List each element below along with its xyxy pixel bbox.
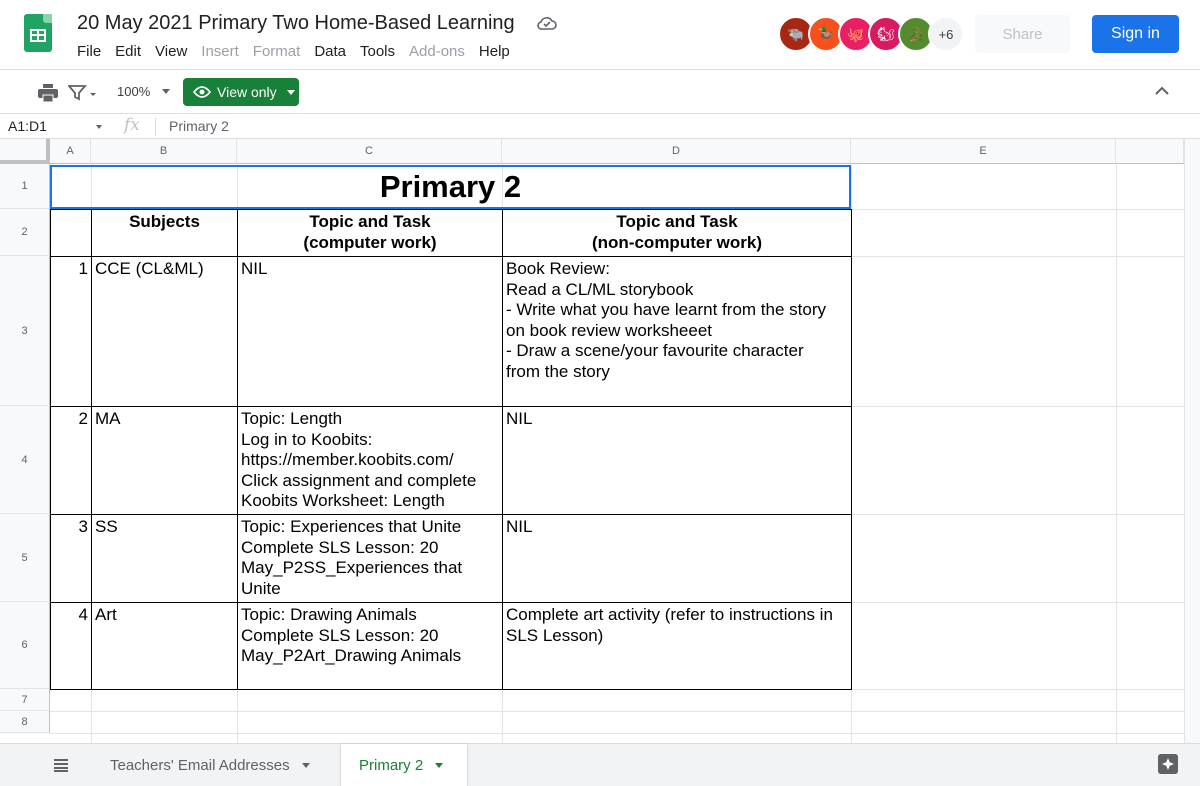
row-header-6[interactable]: 6 — [0, 602, 50, 689]
entry-number[interactable]: 1 — [50, 256, 92, 407]
filter-icon[interactable] — [68, 84, 100, 102]
chevron-down-icon — [286, 89, 295, 95]
entry-non-computer-task[interactable]: NIL — [502, 406, 852, 515]
share-button[interactable]: Share — [975, 15, 1070, 53]
menu-insert: Insert — [201, 43, 239, 60]
menu-format: Format — [252, 43, 301, 60]
grid-line — [1116, 164, 1117, 743]
sheet-tab-bar: Teachers' Email Addresses Primary 2 — [0, 743, 1200, 786]
vertical-scrollbar[interactable] — [1184, 139, 1200, 743]
entry-computer-task[interactable]: Topic: Experiences that Unite Complete S… — [237, 514, 503, 603]
menu-add-ons: Add-ons — [409, 43, 465, 60]
row-header-5[interactable]: 5 — [0, 514, 50, 602]
menu-edit[interactable]: Edit — [115, 43, 141, 60]
menu-help[interactable]: Help — [479, 43, 510, 60]
name-box[interactable]: A1:D1 — [8, 118, 47, 134]
document-title[interactable]: 20 May 2021 Primary Two Home-Based Learn… — [77, 12, 515, 35]
header-subjects[interactable]: Subjects — [91, 209, 238, 257]
header-cell-a[interactable] — [50, 209, 92, 257]
entry-computer-task[interactable]: Topic: Length Log in to Koobits: https:/… — [237, 406, 503, 515]
zoom-dropdown-icon[interactable] — [162, 89, 170, 94]
entry-computer-task[interactable]: Topic: Drawing Animals Complete SLS Less… — [237, 602, 503, 690]
fx-icon: fx — [124, 115, 140, 135]
select-all-corner[interactable] — [0, 139, 50, 164]
row-header-8[interactable]: 8 — [0, 711, 50, 733]
all-sheets-menu-icon[interactable] — [54, 758, 68, 772]
google-sheets-logo-icon[interactable] — [24, 14, 52, 52]
entry-number[interactable]: 2 — [50, 406, 92, 515]
zoom-select[interactable]: 100% — [117, 84, 150, 99]
entry-number[interactable]: 3 — [50, 514, 92, 603]
chevron-down-icon[interactable] — [435, 762, 444, 768]
sheet-title-cell[interactable]: Primary 2 — [50, 165, 851, 209]
explore-icon[interactable] — [1158, 754, 1178, 774]
row-header-7[interactable]: 7 — [0, 689, 50, 711]
row-header-2[interactable]: 2 — [0, 209, 50, 256]
chevron-down-icon[interactable] — [301, 762, 310, 768]
more-collaborators-badge[interactable]: +6 — [928, 16, 964, 52]
column-header-b[interactable]: B — [91, 139, 237, 164]
tab-teachers-email-addresses[interactable]: Teachers' Email Addresses — [92, 744, 328, 786]
tab-primary-2[interactable]: Primary 2 — [341, 744, 467, 786]
print-icon[interactable] — [38, 84, 58, 102]
entry-non-computer-task[interactable]: NIL — [502, 514, 852, 603]
entry-subject[interactable]: MA — [91, 406, 238, 515]
name-box-dropdown-icon[interactable] — [96, 125, 102, 129]
tab-label: Primary 2 — [359, 756, 424, 774]
grid-line — [50, 733, 1184, 734]
menu-file[interactable]: File — [77, 43, 101, 60]
entry-non-computer-task[interactable]: Complete art activity (refer to instruct… — [502, 602, 852, 690]
entry-subject[interactable]: Art — [91, 602, 238, 690]
menu-tools[interactable]: Tools — [360, 43, 395, 60]
chevron-up-icon[interactable] — [1154, 85, 1170, 97]
entry-computer-task[interactable]: NIL — [237, 256, 503, 407]
menu-view[interactable]: View — [155, 43, 187, 60]
entry-number[interactable]: 4 — [50, 602, 92, 690]
sign-in-button[interactable]: Sign in — [1092, 15, 1179, 53]
title-bar: 20 May 2021 Primary Two Home-Based Learn… — [0, 0, 1200, 70]
formula-separator — [155, 118, 156, 136]
row-header-4[interactable]: 4 — [0, 406, 50, 514]
column-header-e[interactable]: E — [851, 139, 1116, 164]
toolbar: 100% View only — [0, 70, 1200, 114]
grid-line — [50, 711, 1184, 712]
column-header-a[interactable]: A — [50, 139, 91, 164]
tab-label: Teachers' Email Addresses — [110, 756, 290, 774]
entry-subject[interactable]: CCE (CL&ML) — [91, 256, 238, 407]
row-header-1[interactable]: 1 — [0, 164, 50, 209]
eye-icon — [193, 86, 211, 98]
view-only-button[interactable]: View only — [183, 78, 299, 106]
cloud-saved-icon[interactable] — [537, 15, 557, 31]
column-header-d[interactable]: D — [502, 139, 851, 164]
formula-input[interactable]: Primary 2 — [169, 118, 229, 134]
header-computer-work[interactable]: Topic and Task (computer work) — [237, 209, 503, 257]
header-non-computer-work[interactable]: Topic and Task (non-computer work) — [502, 209, 852, 257]
spreadsheet-grid: A B C D E 1 2 3 4 5 6 7 8 Primary 2 Subj… — [0, 139, 1200, 743]
column-header-c[interactable]: C — [237, 139, 502, 164]
column-header-f[interactable] — [1116, 139, 1184, 164]
row-header-3[interactable]: 3 — [0, 256, 50, 406]
entry-non-computer-task[interactable]: Book Review: Read a CL/ML storybook - Wr… — [502, 256, 852, 407]
formula-bar: A1:D1 fx Primary 2 — [0, 114, 1200, 139]
entry-subject[interactable]: SS — [91, 514, 238, 603]
collaborator-avatars: 🐃 🦆 🐙 🐿 🐊 +6 — [778, 16, 964, 52]
menu-data[interactable]: Data — [314, 43, 346, 60]
view-only-label: View only — [217, 84, 277, 100]
menu-bar: File Edit View Insert Format Data Tools … — [77, 43, 524, 60]
